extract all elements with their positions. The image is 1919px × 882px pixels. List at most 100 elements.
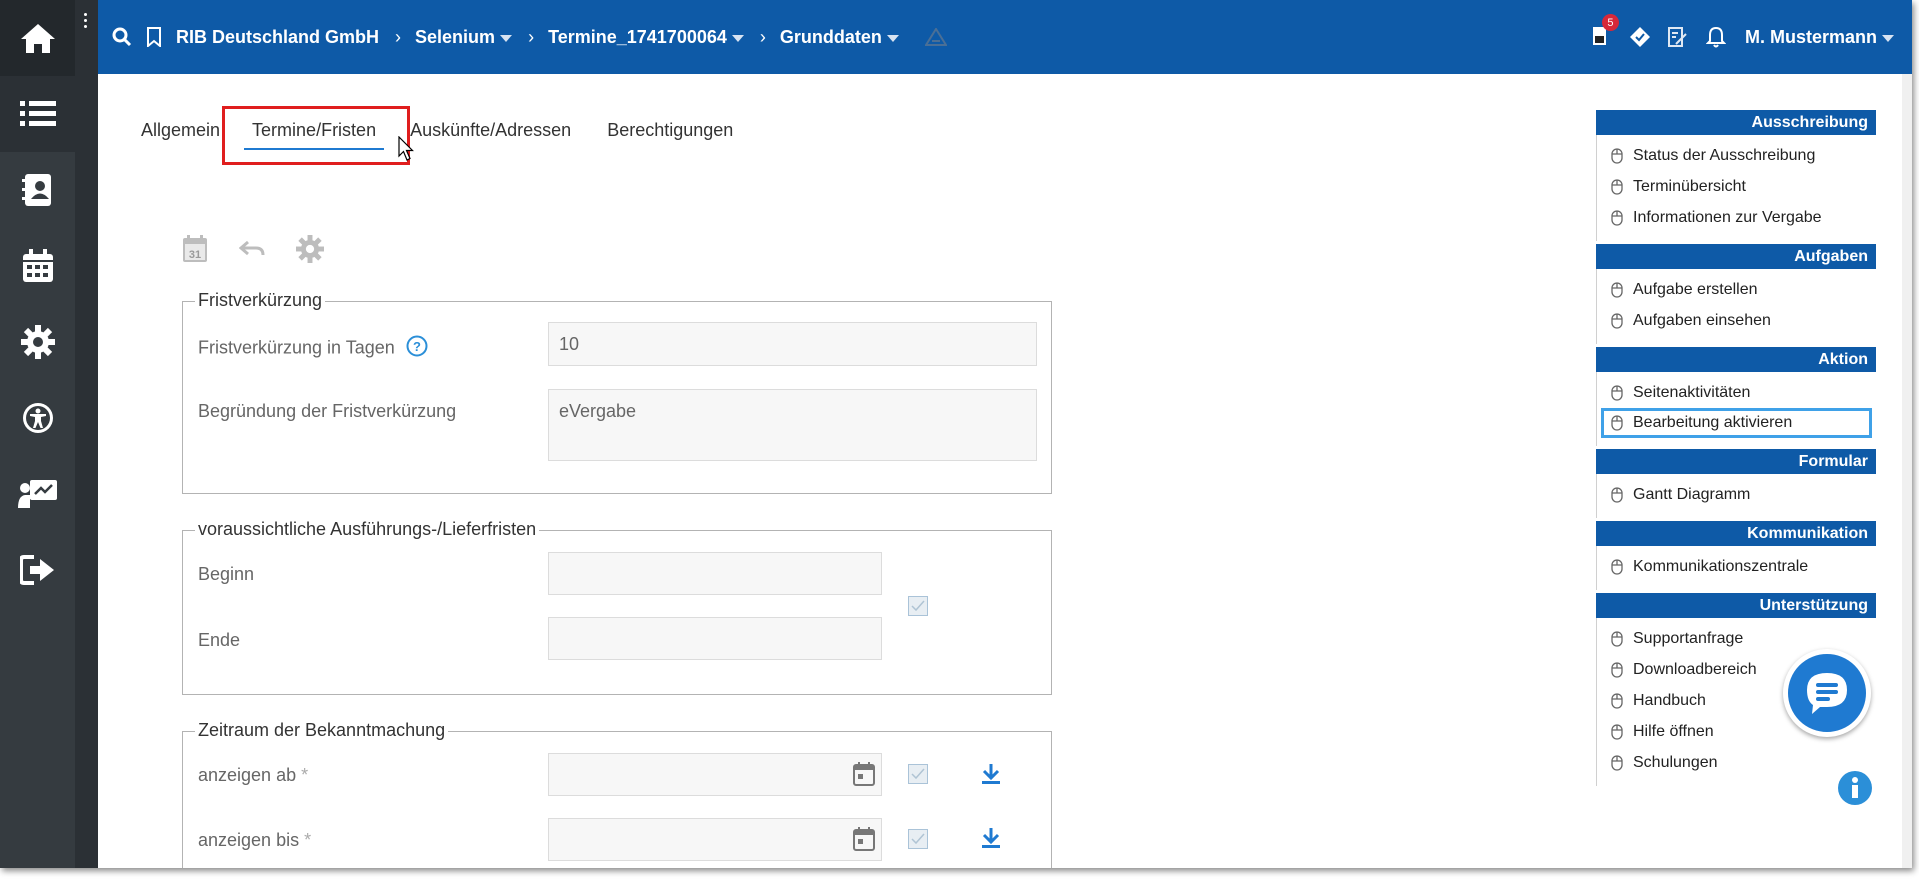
tab-berechtigungen[interactable]: Berechtigungen — [607, 120, 733, 141]
user-menu[interactable]: M. Mustermann — [1745, 27, 1894, 48]
download-icon[interactable] — [981, 827, 1001, 854]
breadcrumb-item-company[interactable]: RIB Deutschland GmbH — [176, 27, 379, 48]
fieldset-legend: Zeitraum der Bekanntmachung — [195, 720, 449, 741]
link-aufgaben-einsehen[interactable]: Aufgaben einsehen — [1597, 305, 1876, 336]
field-label-tage: Fristverkürzung in Tagen ? — [198, 335, 428, 362]
contacts-icon[interactable] — [0, 152, 75, 228]
anzeigen-bis-date-input[interactable] — [548, 818, 882, 861]
ausfuehrung-checkbox[interactable] — [908, 596, 928, 616]
link-kommunikationszentrale[interactable]: Kommunikationszentrale — [1597, 551, 1876, 582]
bookmark-icon[interactable] — [146, 27, 162, 47]
calendar-icon[interactable] — [0, 228, 75, 304]
anzeigen-ab-checkbox[interactable] — [908, 764, 928, 784]
chat-bubble-icon[interactable] — [1783, 649, 1871, 737]
chevron-down-icon — [886, 34, 899, 42]
logout-icon[interactable] — [0, 532, 75, 608]
link-schulungen[interactable]: Schulungen — [1597, 747, 1876, 778]
home-icon[interactable] — [0, 0, 75, 76]
calendar-picker-icon[interactable] — [853, 827, 875, 856]
document-edit-icon[interactable] — [1665, 24, 1691, 50]
svg-text:31: 31 — [189, 249, 201, 261]
svg-text:?: ? — [413, 339, 421, 354]
nav-collapse-strip[interactable] — [75, 0, 98, 868]
scrollbar[interactable] — [1902, 74, 1912, 868]
left-navigation — [0, 0, 75, 868]
field-label-beginn: Beginn — [198, 564, 255, 584]
mouse-icon — [1611, 630, 1623, 647]
begruendung-textarea[interactable]: eVergabe — [548, 389, 1037, 461]
section-header: Formular — [1596, 449, 1876, 474]
bell-icon[interactable] — [1703, 24, 1729, 50]
link-terminuebersicht[interactable]: Terminübersicht — [1597, 171, 1876, 202]
section-formular: Formular Gantt Diagramm — [1596, 449, 1876, 518]
app-window: RIB Deutschland GmbH › Selenium › Termin… — [0, 0, 1912, 868]
approval-icon[interactable] — [1627, 24, 1653, 50]
section-aktion: Aktion Seitenaktivitäten Bearbeitung akt… — [1596, 347, 1876, 446]
required-marker: * — [301, 765, 309, 785]
tab-auskuenfte-adressen[interactable]: Auskünfte/Adressen — [410, 120, 571, 141]
mouse-icon — [1611, 178, 1623, 195]
calendar-31-icon[interactable]: 31 — [181, 235, 209, 263]
chevron-down-icon — [1882, 34, 1894, 42]
mouse-icon — [1611, 692, 1623, 709]
fristverkuerzung-tage-input[interactable]: 10 — [548, 322, 1037, 366]
mouse-cursor-icon — [398, 135, 414, 167]
calendar-picker-icon[interactable] — [853, 762, 875, 791]
settings-icon[interactable] — [0, 304, 75, 380]
breadcrumb-item-project[interactable]: Selenium — [415, 27, 513, 48]
chevron-down-icon — [731, 34, 744, 42]
mouse-icon — [1611, 754, 1623, 771]
chevron-down-icon — [500, 34, 513, 42]
notification-badge: 5 — [1601, 14, 1619, 31]
fieldset-fristverkuerzung: Fristverkürzung Fristverkürzung in Tagen… — [182, 290, 1052, 494]
gear-icon[interactable] — [296, 235, 324, 263]
list-icon[interactable] — [0, 76, 75, 152]
breadcrumb-item-procedure[interactable]: Termine_1741700064 — [548, 27, 744, 48]
fieldset-legend: Fristverkürzung — [195, 290, 326, 311]
tab-allgemein[interactable]: Allgemein — [141, 120, 220, 141]
warning-icon — [924, 28, 947, 46]
fieldset-bekanntmachung: Zeitraum der Bekanntmachung anzeigen ab … — [182, 720, 1052, 868]
fieldset-legend: voraussichtliche Ausführungs-/Lieferfris… — [195, 519, 540, 540]
mouse-icon — [1611, 661, 1623, 678]
link-gantt-diagramm[interactable]: Gantt Diagramm — [1597, 479, 1876, 510]
section-header: Unterstützung — [1596, 593, 1876, 618]
anzeigen-ab-date-input[interactable] — [548, 753, 882, 796]
field-label-anzeigen-ab: anzeigen ab * — [198, 765, 309, 785]
presentation-icon[interactable] — [0, 456, 75, 532]
mouse-icon — [1611, 723, 1623, 740]
link-aufgabe-erstellen[interactable]: Aufgabe erstellen — [1597, 274, 1876, 305]
help-icon[interactable]: ? — [406, 335, 428, 362]
mouse-icon — [1611, 558, 1623, 575]
link-informationen-vergabe[interactable]: Informationen zur Vergabe — [1597, 202, 1876, 233]
top-header: RIB Deutschland GmbH › Selenium › Termin… — [98, 0, 1912, 74]
section-header: Ausschreibung — [1596, 110, 1876, 135]
section-header: Aktion — [1596, 347, 1876, 372]
download-icon[interactable] — [981, 763, 1001, 790]
required-marker: * — [304, 830, 312, 850]
field-label-begruendung: Begründung der Fristverkürzung — [198, 401, 457, 421]
search-icon[interactable] — [112, 27, 132, 47]
beginn-input[interactable] — [548, 552, 882, 595]
link-status-ausschreibung[interactable]: Status der Ausschreibung — [1597, 140, 1876, 171]
field-label-anzeigen-bis: anzeigen bis * — [198, 830, 312, 850]
undo-icon[interactable] — [238, 235, 266, 263]
mouse-icon — [1611, 415, 1623, 431]
link-seitenaktivitaeten[interactable]: Seitenaktivitäten — [1597, 377, 1876, 408]
mouse-icon — [1611, 384, 1623, 401]
mouse-icon — [1611, 312, 1623, 329]
tasks-icon[interactable]: 5 — [1589, 14, 1619, 50]
anzeigen-bis-checkbox[interactable] — [908, 829, 928, 849]
mouse-icon — [1611, 486, 1623, 503]
info-icon[interactable] — [1838, 771, 1872, 805]
breadcrumb-separator-icon: › — [759, 26, 766, 47]
breadcrumb: RIB Deutschland GmbH › Selenium › Termin… — [112, 0, 947, 74]
link-bearbeitung-aktivieren[interactable]: Bearbeitung aktivieren — [1601, 408, 1872, 438]
ende-input[interactable] — [548, 617, 882, 660]
section-header: Aufgaben — [1596, 244, 1876, 269]
section-ausschreibung: Ausschreibung Status der Ausschreibung T… — [1596, 110, 1876, 241]
breadcrumb-item-page[interactable]: Grunddaten — [780, 27, 899, 48]
field-label-ende: Ende — [198, 630, 241, 650]
accessibility-icon[interactable] — [0, 380, 75, 456]
kebab-menu-icon[interactable] — [84, 13, 88, 31]
